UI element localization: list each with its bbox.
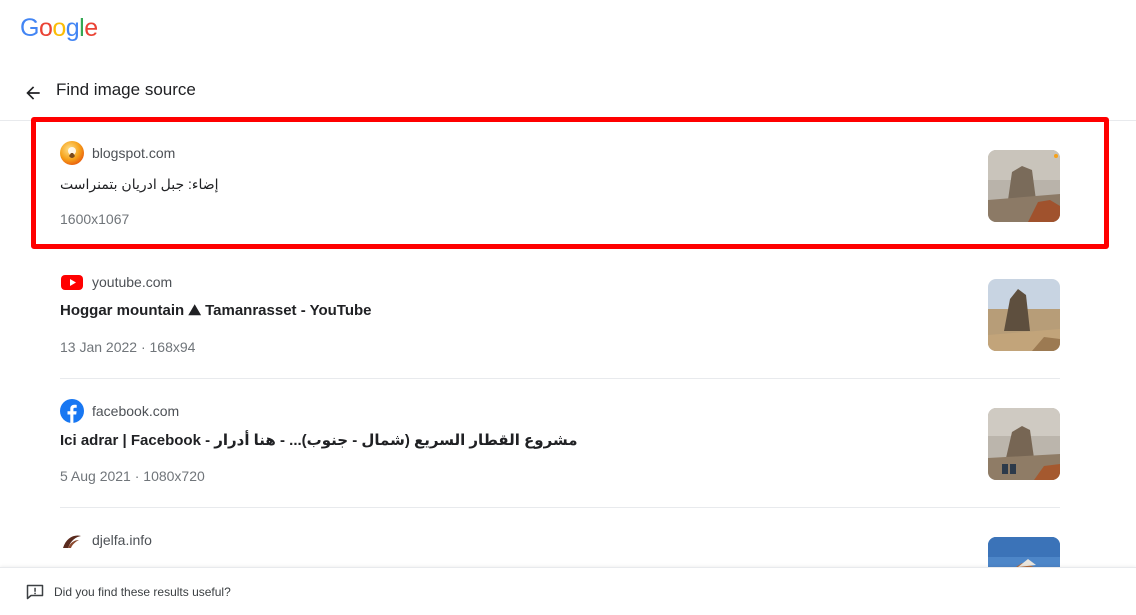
logo-letter: g — [65, 14, 80, 42]
result-site-name: blogspot.com — [92, 145, 176, 161]
logo-letter: G — [20, 14, 39, 42]
result-item-facebook[interactable]: facebook.com Ici adrar | Facebook - مشرو… — [60, 379, 1060, 508]
result-source[interactable]: youtube.com — [60, 270, 172, 294]
result-item-youtube[interactable]: youtube.com Hoggar mountain ⛰ Tamanrasse… — [60, 250, 1060, 379]
result-meta: 5 Aug 2021 · 1080x720 — [60, 468, 205, 484]
result-site-name: facebook.com — [92, 403, 180, 419]
logo-letter: o — [38, 14, 53, 42]
result-thumbnail[interactable] — [988, 408, 1060, 480]
feedback-icon[interactable] — [26, 584, 44, 600]
arrow-left-icon — [26, 86, 40, 100]
feedback-prompt[interactable]: Did you find these results useful? — [54, 585, 231, 599]
page-header: Find image source — [0, 72, 1136, 121]
result-source[interactable]: blogspot.com — [60, 141, 175, 165]
result-item-djelfa[interactable]: djelfa.info — [60, 508, 1060, 567]
result-meta: 13 Jan 2022 · 168x94 — [60, 339, 196, 355]
result-thumbnail[interactable] — [988, 279, 1060, 351]
result-title[interactable]: إضاء: جبل ادريان بتمنراست — [60, 176, 219, 193]
result-item-blogspot[interactable]: blogspot.com إضاء: جبل ادريان بتمنراست 1… — [60, 121, 1060, 250]
result-thumbnail[interactable] — [988, 537, 1060, 567]
blogspot-icon — [60, 141, 84, 165]
result-title[interactable]: Hoggar mountain ⛰ Tamanrasset - YouTube — [60, 302, 372, 319]
page-title: Find image source — [56, 80, 196, 99]
logo-letter: e — [84, 14, 98, 42]
back-button[interactable] — [18, 78, 48, 108]
result-site-name: djelfa.info — [92, 532, 152, 548]
results-list: blogspot.com إضاء: جبل ادريان بتمنراست 1… — [0, 121, 1136, 567]
youtube-icon — [60, 270, 84, 294]
result-thumbnail[interactable] — [988, 150, 1060, 222]
result-title[interactable]: Ici adrar | Facebook - مشروع القطار السر… — [60, 431, 578, 449]
result-site-name: youtube.com — [92, 274, 173, 290]
djelfa-icon — [60, 528, 84, 552]
result-source[interactable]: djelfa.info — [60, 528, 152, 552]
google-logo[interactable]: Google — [20, 14, 98, 43]
logo-letter: o — [52, 14, 66, 42]
result-source[interactable]: facebook.com — [60, 399, 179, 423]
result-meta: 1600x1067 — [60, 211, 130, 227]
feedback-bar: Did you find these results useful? — [0, 567, 1136, 615]
facebook-icon — [60, 399, 84, 423]
